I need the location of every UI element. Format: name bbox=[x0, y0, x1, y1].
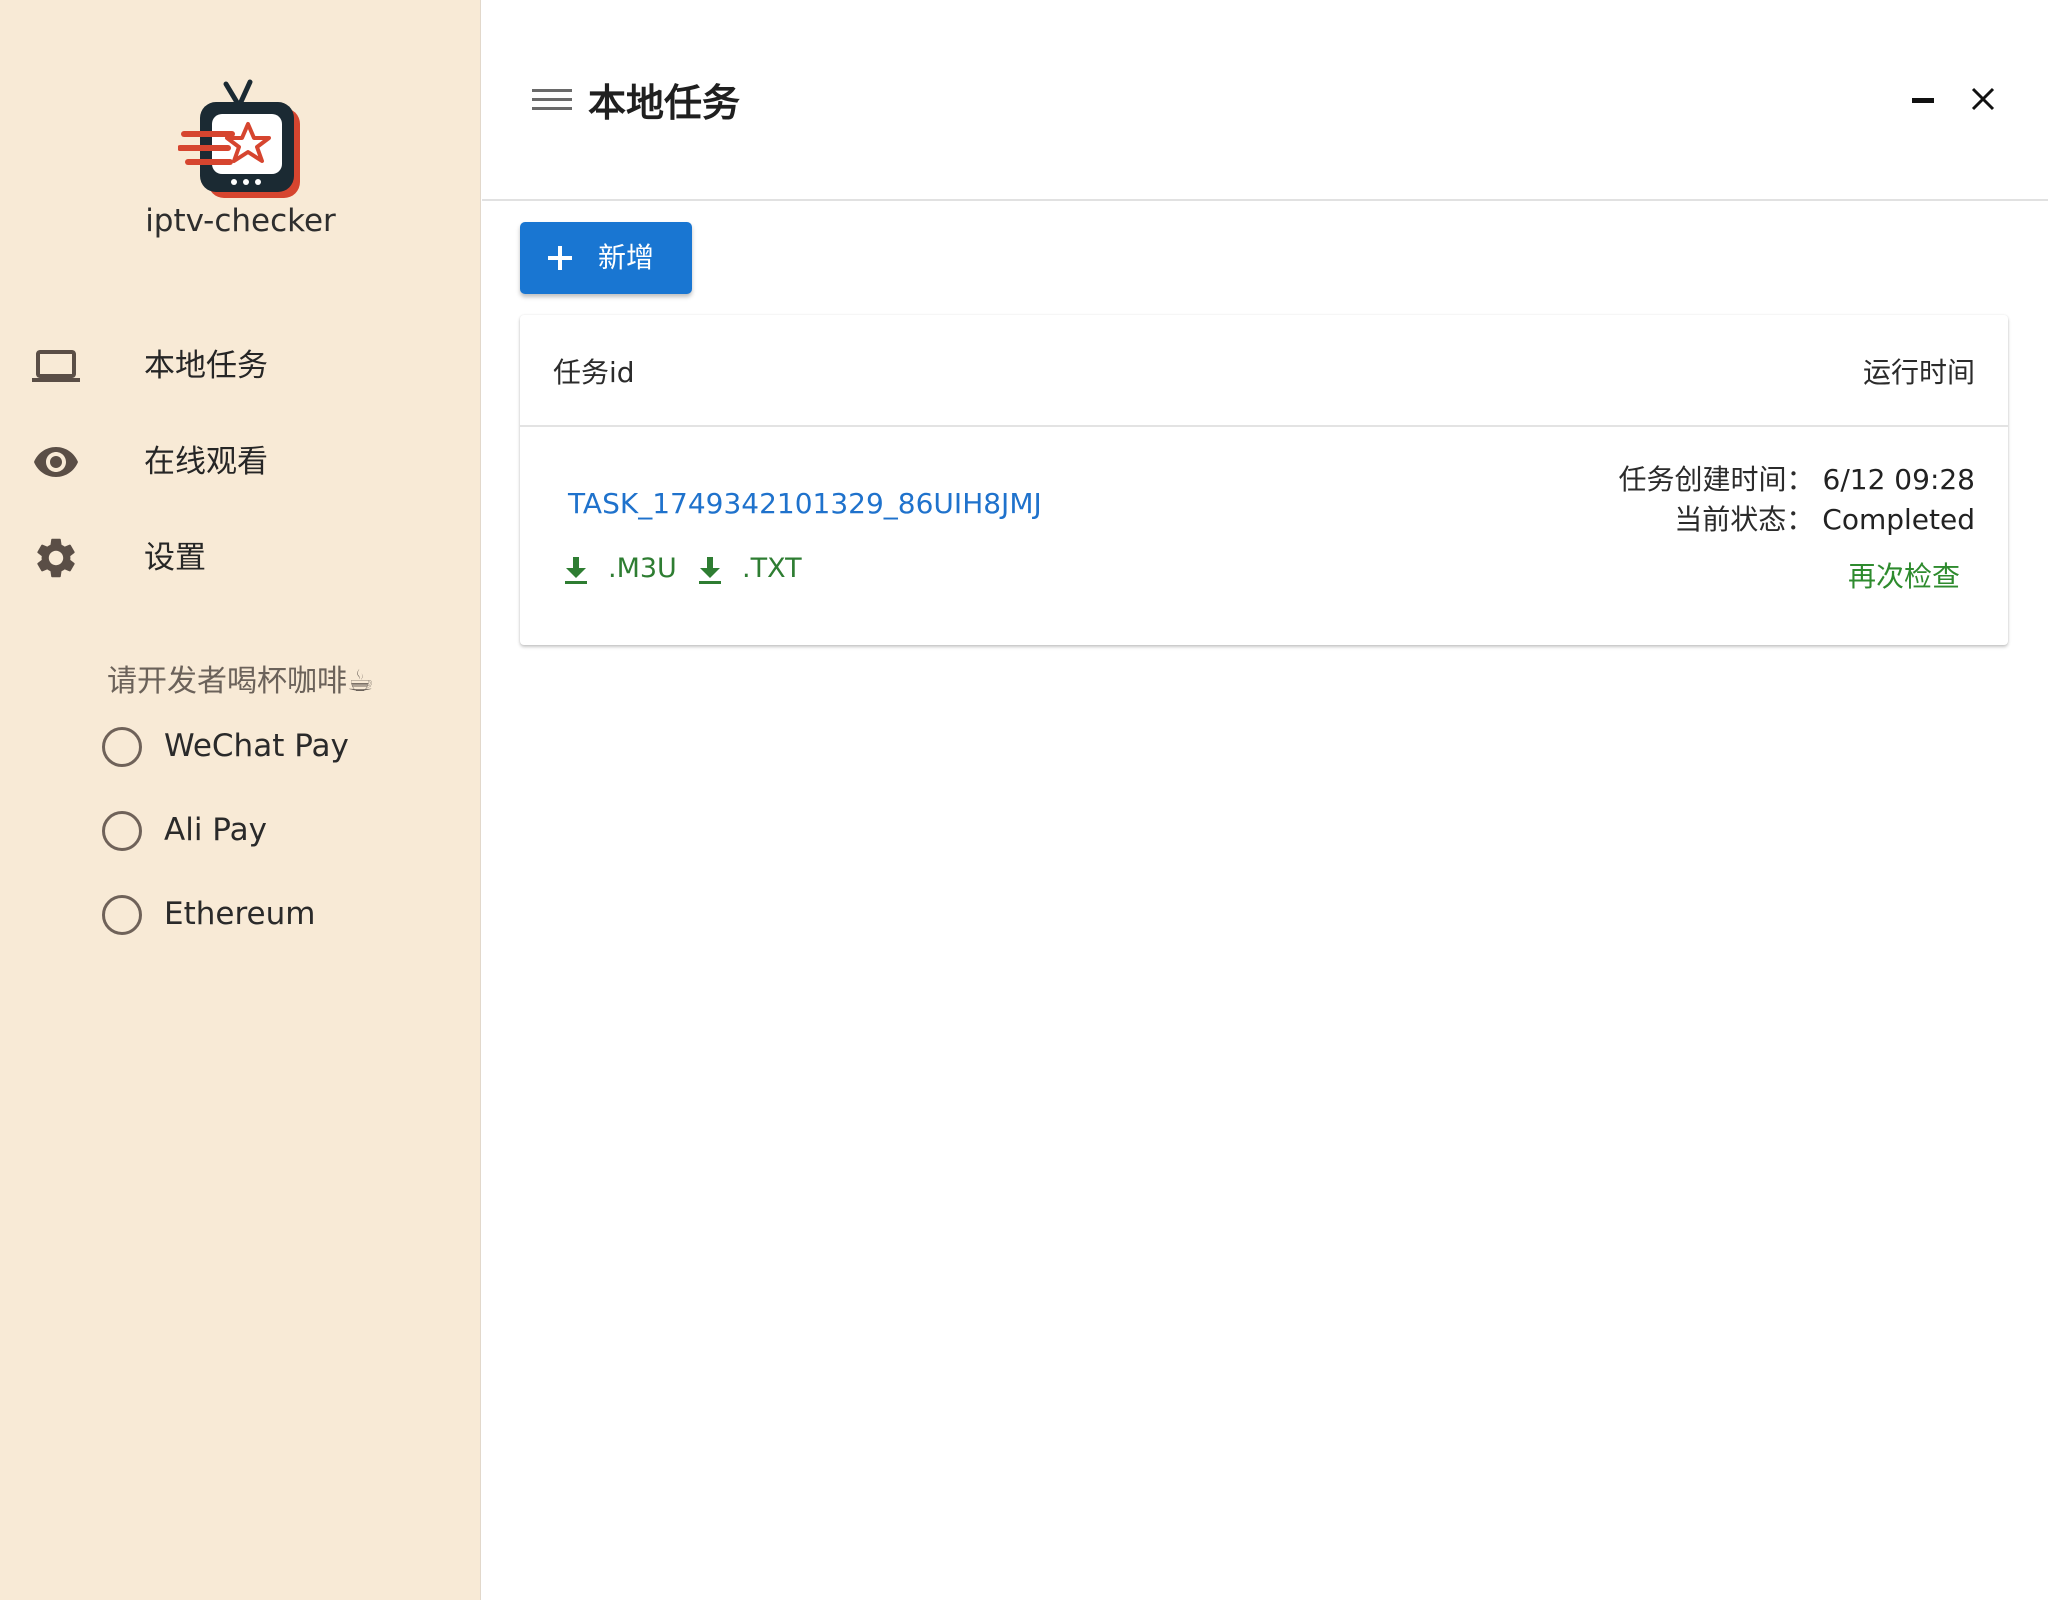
hamburger-menu-icon[interactable] bbox=[532, 80, 574, 120]
close-icon[interactable] bbox=[1964, 80, 2004, 120]
sidebar-item-label: 设置 bbox=[144, 540, 206, 576]
task-table: 任务id 运行时间 TASK_1749342101329_86UIH8JMJ .… bbox=[520, 315, 2008, 645]
app-window: iptv-checker 本地任务 在线观看 设置 请开发者喝杯咖啡☕ WeCh… bbox=[0, 0, 2048, 1600]
sidebar-item-watch-online[interactable]: 在线观看 bbox=[0, 414, 481, 510]
retro-tv-star-logo-icon bbox=[177, 78, 304, 206]
created-time-value: 6/12 09:28 bbox=[1822, 463, 1975, 496]
download-txt-button[interactable]: .TXT bbox=[696, 551, 816, 587]
radio-ali-pay[interactable]: Ali Pay bbox=[100, 804, 430, 888]
plus-icon bbox=[546, 244, 574, 272]
sidebar-nav: 本地任务 在线观看 设置 bbox=[0, 318, 481, 606]
sidebar: iptv-checker 本地任务 在线观看 设置 请开发者喝杯咖啡☕ WeCh… bbox=[0, 0, 481, 1600]
sidebar-item-label: 在线观看 bbox=[144, 444, 268, 480]
radio-unchecked-icon[interactable] bbox=[102, 727, 142, 767]
radio-label: Ethereum bbox=[164, 896, 316, 932]
sidebar-item-settings[interactable]: 设置 bbox=[0, 510, 481, 606]
add-button-label: 新增 bbox=[598, 241, 655, 274]
sidebar-item-label: 本地任务 bbox=[144, 348, 268, 384]
add-task-button[interactable]: 新增 bbox=[520, 222, 692, 294]
main-content: 本地任务 新增 任务id 运行时间 TASK_1749342101329_86U… bbox=[482, 0, 2048, 1600]
top-bar: 本地任务 bbox=[482, 0, 2048, 201]
coffee-donation-title: 请开发者喝杯咖啡☕ bbox=[107, 664, 374, 699]
radio-ethereum[interactable]: Ethereum bbox=[100, 888, 430, 972]
column-header-task-id: 任务id bbox=[553, 356, 635, 389]
column-header-run-time: 运行时间 bbox=[1862, 356, 1975, 389]
radio-unchecked-icon[interactable] bbox=[102, 895, 142, 935]
created-time-label: 任务创建时间： bbox=[1618, 463, 1815, 496]
download-label: .TXT bbox=[742, 553, 802, 584]
status-label: 当前状态： bbox=[1674, 503, 1815, 536]
download-m3u-button[interactable]: .M3U bbox=[562, 551, 692, 587]
download-icon bbox=[562, 555, 590, 585]
app-name: iptv-checker bbox=[145, 203, 336, 239]
task-meta: 任务创建时间： 6/12 09:28 当前状态： Completed bbox=[1619, 460, 1975, 540]
task-id-link[interactable]: TASK_1749342101329_86UIH8JMJ bbox=[568, 487, 1042, 520]
sidebar-item-local-tasks[interactable]: 本地任务 bbox=[0, 318, 481, 414]
laptop-icon bbox=[32, 342, 80, 390]
radio-wechat-pay[interactable]: WeChat Pay bbox=[100, 720, 430, 804]
donation-radio-group: WeChat Pay Ali Pay Ethereum bbox=[100, 720, 430, 972]
created-time-row: 任务创建时间： 6/12 09:28 bbox=[1619, 460, 1975, 500]
status-value: Completed bbox=[1822, 503, 1975, 536]
minimize-icon[interactable] bbox=[1904, 82, 1944, 118]
download-label: .M3U bbox=[608, 553, 677, 584]
gear-icon bbox=[32, 534, 80, 582]
download-icon bbox=[696, 555, 724, 585]
page-title: 本地任务 bbox=[588, 81, 741, 125]
recheck-button[interactable]: 再次检查 bbox=[1848, 555, 1960, 595]
radio-unchecked-icon[interactable] bbox=[102, 811, 142, 851]
radio-label: Ali Pay bbox=[164, 812, 267, 848]
radio-label: WeChat Pay bbox=[164, 728, 349, 764]
table-header: 任务id 运行时间 bbox=[520, 315, 2008, 427]
eye-icon bbox=[32, 438, 80, 486]
status-row: 当前状态： Completed bbox=[1619, 500, 1975, 540]
